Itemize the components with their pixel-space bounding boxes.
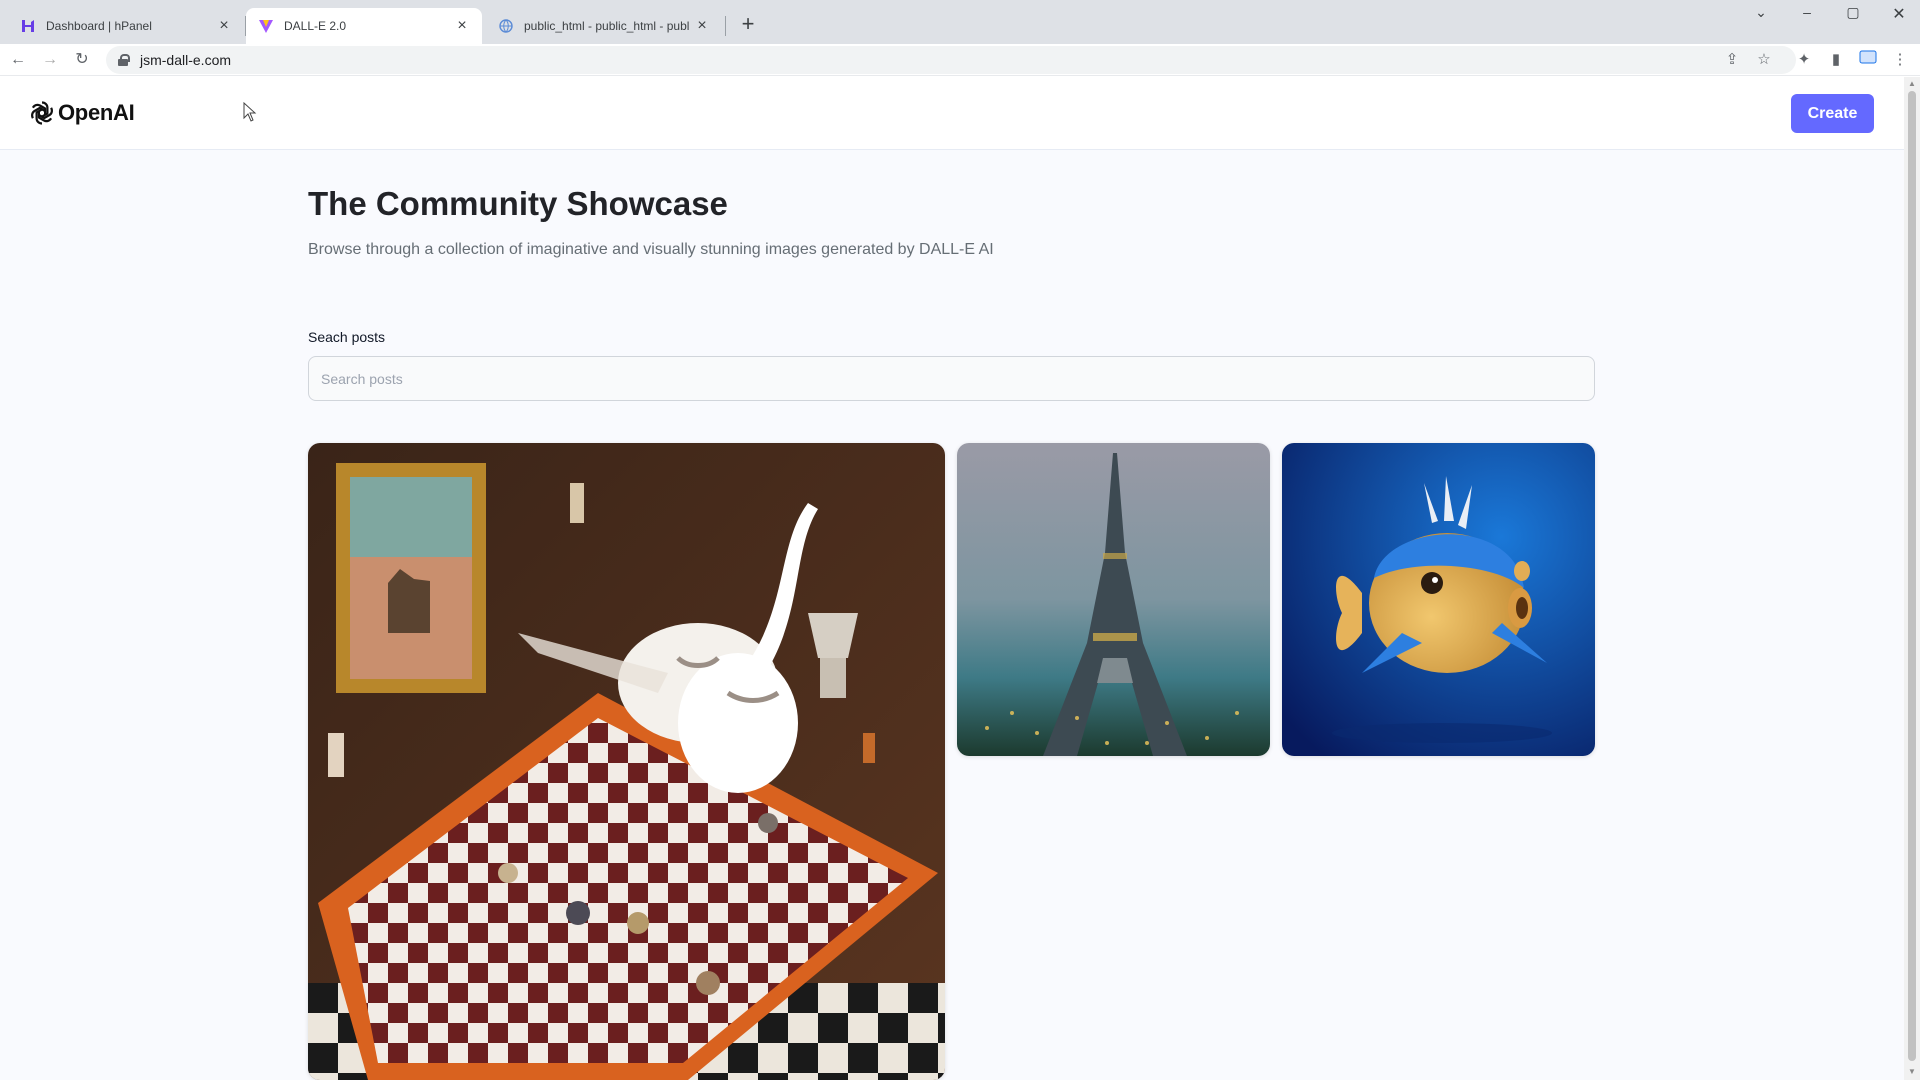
blue-fish-image [1282,443,1595,756]
openai-logo[interactable]: OpenAI [28,99,135,127]
address-bar[interactable]: jsm-dall-e.com [106,46,1796,74]
cat-chess-image [308,443,945,1080]
scrollbar-thumb[interactable] [1908,91,1916,1061]
scroll-down-arrow-icon[interactable]: ▼ [1904,1067,1920,1079]
tab-separator [725,16,726,36]
tab-title: DALL-E 2.0 [284,19,347,33]
openai-logo-icon [31,101,53,125]
lock-icon [118,54,130,66]
eiffel-tower-image [957,443,1270,756]
profile-avatar-icon[interactable] [1856,48,1880,72]
side-panel-icon[interactable]: ▮ [1824,48,1848,72]
tab-dall-e[interactable]: DALL-E 2.0 × [246,8,482,44]
url-text: jsm-dall-e.com [140,52,232,68]
minimize-icon[interactable]: – [1792,4,1822,20]
page-subtitle: Browse through a collection of imaginati… [308,241,994,258]
globe-favicon-icon [498,18,514,34]
maximize-icon[interactable]: ▢ [1838,4,1868,21]
close-tab-icon[interactable]: × [454,17,470,35]
scroll-up-arrow-icon[interactable]: ▲ [1904,79,1920,91]
search-input[interactable] [308,356,1595,401]
tab-title: Dashboard | hPanel [46,19,152,33]
logo-text: OpenAI [58,100,135,125]
forward-arrow-icon[interactable]: → [38,48,62,72]
share-icon[interactable]: ⇪ [1720,48,1744,72]
page-viewport: OpenAI Create The Community Showcase Bro… [0,77,1904,1080]
browser-toolbar: ← → ↻ jsm-dall-e.com ⇪ ☆ ✦ ▮ ⋮ [0,44,1920,76]
more-menu-icon[interactable]: ⋮ [1888,48,1912,72]
back-arrow-icon[interactable]: ← [6,48,30,72]
new-tab-plus-icon[interactable]: + [736,11,760,37]
vite-favicon-icon [258,18,274,34]
post-card-eiffel-tower[interactable] [957,443,1270,756]
close-tab-icon[interactable]: × [694,17,710,35]
bookmark-star-icon[interactable]: ☆ [1752,48,1776,72]
post-card-blue-fish[interactable] [1282,443,1595,756]
reload-icon[interactable]: ↻ [70,48,94,72]
search-label: Seach posts [308,329,386,345]
browser-tab-bar: Dashboard | hPanel × DALL-E 2.0 × public… [0,0,1920,44]
page-title: The Community Showcase [308,185,728,222]
create-button[interactable]: Create [1791,94,1874,133]
tab-public-html[interactable]: public_html - public_html - publ × [486,8,722,44]
extensions-puzzle-icon[interactable]: ✦ [1792,48,1816,72]
tab-title: public_html - public_html - publ [524,19,690,33]
hpanel-favicon-icon [20,18,36,34]
page-scrollbar[interactable]: ▲ ▼ [1904,77,1920,1080]
tab-dashboard-hpanel[interactable]: Dashboard | hPanel × [8,8,244,44]
tab-search-chevron-icon[interactable]: ⌄ [1746,4,1776,21]
site-header: OpenAI Create [0,77,1904,150]
post-card-cat-chess[interactable] [308,443,945,1080]
mouse-cursor-icon [243,102,257,122]
close-window-icon[interactable]: ✕ [1884,4,1914,24]
close-tab-icon[interactable]: × [216,17,232,35]
